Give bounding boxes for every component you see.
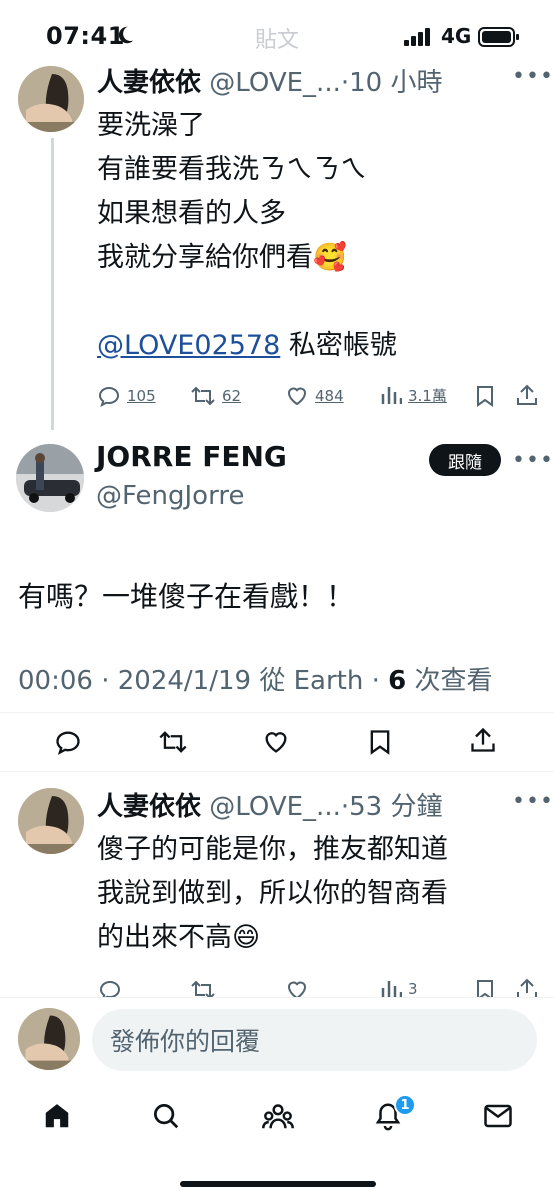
tweet-line: 我說到做到，所以你的智商看 (97, 878, 448, 909)
views-icon (381, 981, 402, 997)
more-options-icon[interactable]: ••• (512, 64, 554, 89)
views-count: 3 (408, 980, 418, 997)
heart-icon (287, 387, 307, 406)
follow-button[interactable]: 跟隨 (429, 444, 501, 476)
tweet-time[interactable]: ·53 分鐘 (341, 792, 443, 822)
avatar[interactable] (16, 444, 84, 512)
messages-icon[interactable] (483, 1102, 513, 1130)
share-icon[interactable] (470, 726, 496, 754)
header-title: 貼文 (255, 28, 300, 53)
author-handle[interactable]: @LOVE_... (209, 68, 341, 98)
tweet-time[interactable]: ·10 小時 (341, 68, 443, 98)
moon-icon (114, 24, 136, 46)
heart-icon[interactable] (285, 978, 309, 997)
home-icon[interactable] (42, 1101, 72, 1131)
like-count: 484 (315, 387, 344, 405)
communities-icon[interactable] (262, 1101, 294, 1131)
tweet-line: 如果想看的人多 (97, 198, 286, 229)
reply-input[interactable]: 發佈你的回覆 (92, 1009, 537, 1071)
repost-icon[interactable] (190, 978, 216, 997)
bookmark-icon[interactable] (367, 728, 393, 756)
views-label: 次查看 (414, 666, 493, 696)
repost-count: 62 (222, 387, 242, 405)
bookmark-icon[interactable] (474, 384, 496, 408)
divider (0, 712, 554, 713)
tweet-text: 傻子的可能是你，推友都知道 我說到做到，所以你的智商看 的出來不高😄 (97, 828, 448, 960)
mention-suffix: 私密帳號 (280, 330, 397, 361)
avatar (18, 1008, 80, 1070)
tweet-line: 傻子的可能是你，推友都知道 (97, 834, 448, 865)
avatar[interactable] (18, 66, 84, 132)
author-handle[interactable]: @FengJorre (96, 481, 244, 511)
views-icon (381, 387, 402, 404)
reply-icon[interactable] (98, 978, 122, 997)
tweet-actions-row: 3 (0, 975, 554, 997)
repost-icon[interactable] (158, 728, 188, 756)
tweet-source: 從 Earth (259, 666, 364, 696)
reply-button[interactable]: 105 (97, 384, 156, 408)
divider (0, 771, 554, 772)
reply-icon (98, 386, 120, 408)
heart-icon[interactable] (262, 728, 290, 756)
more-options-icon[interactable]: ••• (512, 448, 554, 473)
network-type: 4G (441, 24, 472, 48)
share-icon[interactable] (516, 977, 538, 997)
author-handle[interactable]: @LOVE_... (209, 792, 341, 822)
divider (0, 997, 554, 998)
author-name[interactable]: 人妻依依 (97, 68, 201, 98)
thread-line (51, 138, 54, 430)
bookmark-icon[interactable] (474, 978, 496, 997)
views-button[interactable]: 3.1萬 (380, 384, 447, 406)
views-count: 6 (388, 666, 407, 696)
mention-link[interactable]: @LOVE02578 (97, 330, 280, 361)
tweet-text: 要洗澡了 有誰要看我洗ㄋㄟㄋㄟ 如果想看的人多 我就分享給你們看🥰 @LOVE0… (97, 104, 397, 368)
tweet-line: 有誰要看我洗ㄋㄟㄋㄟ (97, 154, 367, 185)
share-icon[interactable] (516, 383, 538, 407)
author-name[interactable]: 人妻依依 (97, 792, 201, 822)
like-button[interactable]: 484 (285, 384, 344, 408)
views-button[interactable]: 3 (380, 978, 418, 997)
tweet-line: 要洗澡了 (97, 110, 205, 141)
search-icon[interactable] (151, 1101, 181, 1131)
signal-icon (404, 28, 432, 46)
reply-icon[interactable] (54, 728, 82, 756)
notification-badge: 1 (394, 1094, 416, 1116)
repost-icon (191, 386, 215, 406)
tweet-meta: 00:06 · 2024/1/19 從 Earth · 6 次查看 (18, 666, 493, 696)
tweet-header: 人妻依依 @LOVE_...·53 分鐘 (97, 786, 442, 823)
tweet-time[interactable]: 00:06 (18, 666, 93, 696)
repost-button[interactable]: 62 (190, 384, 241, 408)
tweet-line: 的出來不高😄 (97, 922, 261, 953)
views-count: 3.1萬 (408, 386, 447, 405)
battery-icon (478, 27, 520, 47)
tweet-date[interactable]: 2024/1/19 (118, 666, 251, 696)
reply-count: 105 (127, 387, 156, 405)
author-name[interactable]: JORRE FENG (96, 440, 287, 473)
more-options-icon[interactable]: ••• (512, 789, 554, 814)
tweet-text: 有嗎？一堆傻子在看戲！！ (18, 580, 355, 613)
avatar[interactable] (18, 788, 84, 854)
tweet-line: 我就分享給你們看🥰 (97, 242, 347, 273)
home-indicator (180, 1181, 376, 1187)
tweet-header: 人妻依依 @LOVE_...·10 小時 (97, 62, 442, 99)
